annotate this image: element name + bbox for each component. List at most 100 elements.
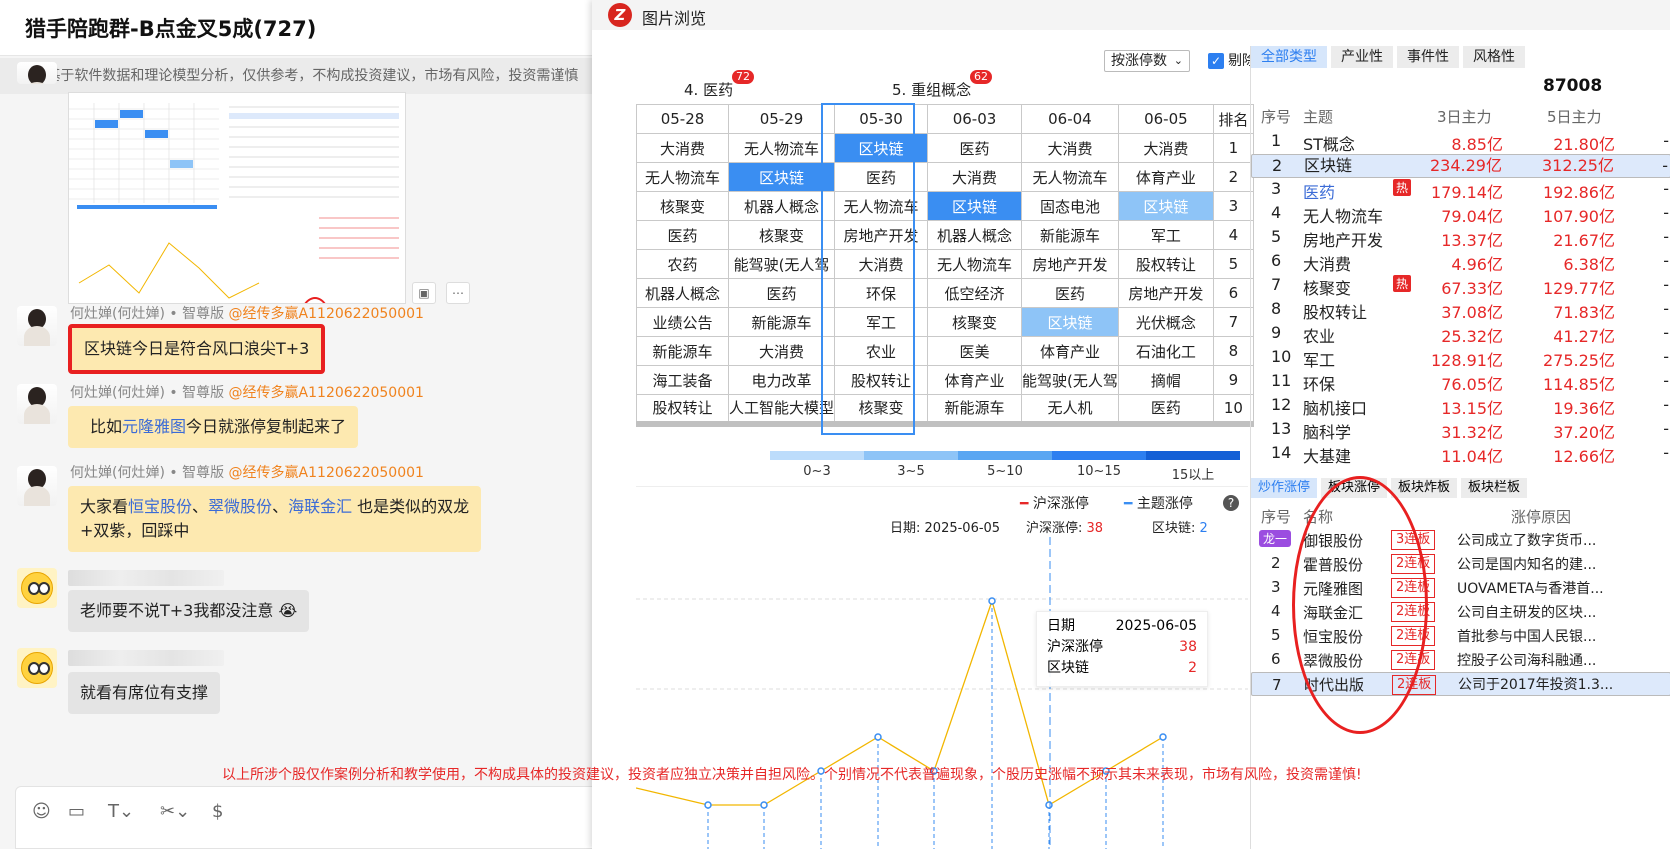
- data-point[interactable]: [704, 801, 712, 809]
- grid-cell[interactable]: 核聚变: [636, 191, 729, 221]
- grid-cell[interactable]: 医药: [727, 278, 836, 308]
- grid-header-cell[interactable]: 06-05: [1117, 104, 1214, 134]
- grid-cell[interactable]: 固态电池: [1021, 191, 1119, 221]
- grid-cell[interactable]: 新能源车: [727, 307, 836, 337]
- data-point[interactable]: [760, 801, 768, 809]
- grid-cell[interactable]: 能驾驶(无人驾: [727, 249, 836, 279]
- theme-row[interactable]: 5 房地产开发 13.37亿 21.67亿 -: [1251, 226, 1670, 250]
- theme-row[interactable]: 1 ST概念 8.85亿 21.80亿 -: [1251, 130, 1670, 154]
- grid-cell[interactable]: 大消费: [636, 133, 729, 163]
- theme-row[interactable]: 4 无人物流车 79.04亿 107.90亿 -: [1251, 202, 1670, 226]
- grid-cell[interactable]: 股权转让: [636, 394, 729, 427]
- lower-tab-0[interactable]: 炒作涨停: [1251, 478, 1318, 498]
- theme-row[interactable]: 11 环保 76.05亿 114.85亿 -: [1251, 370, 1670, 394]
- avatar[interactable]: [17, 466, 57, 506]
- tab-1[interactable]: 产业性: [1331, 46, 1393, 68]
- lower-tab-1[interactable]: 板块涨停: [1321, 478, 1388, 498]
- theme-row[interactable]: 3 医药 热 179.14亿 192.86亿 -: [1251, 178, 1670, 202]
- limit-row[interactable]: 3 元隆雅图 2连板 UOVAMETA与香港首...: [1251, 576, 1670, 600]
- grid-cell[interactable]: 大消费: [834, 249, 929, 279]
- grid-cell[interactable]: 区块链: [1021, 307, 1119, 337]
- avatar[interactable]: [17, 648, 57, 688]
- grid-cell[interactable]: 5: [1212, 249, 1254, 279]
- avatar[interactable]: [17, 568, 57, 608]
- grid-header-cell[interactable]: 排名: [1212, 104, 1254, 134]
- lower-tab-3[interactable]: 板块栏板: [1461, 478, 1528, 498]
- grid-cell[interactable]: 业绩公告: [636, 307, 729, 337]
- grid-cell[interactable]: 农业: [834, 336, 929, 366]
- theme-row[interactable]: 6 大消费 4.96亿 6.38亿 -: [1251, 250, 1670, 274]
- grid-cell[interactable]: 股权转让: [834, 365, 929, 395]
- smile-icon[interactable]: ☺: [32, 801, 51, 822]
- grid-cell[interactable]: 人工智能大模型: [727, 394, 836, 427]
- stock-link[interactable]: 翠微股份: [208, 497, 272, 516]
- message-bubble[interactable]: 就看有席位有支撑: [68, 672, 221, 714]
- grid-cell[interactable]: 大消费: [727, 336, 836, 366]
- grid-cell[interactable]: 核聚变: [927, 307, 1023, 337]
- limit-row[interactable]: 7 时代出版 2连板 公司于2017年投资1.3...: [1251, 672, 1670, 696]
- grid-cell[interactable]: 核聚变: [834, 394, 929, 427]
- grid-cell[interactable]: 能驾驶(无人驾: [1021, 365, 1119, 395]
- grid-cell[interactable]: 军工: [834, 307, 929, 337]
- grid-cell[interactable]: 医药: [636, 220, 729, 250]
- stock-link[interactable]: 恒宝股份: [128, 497, 192, 516]
- tab-0[interactable]: 全部类型: [1251, 46, 1327, 68]
- theme-row[interactable]: 8 股权转让 37.08亿 71.83亿 -: [1251, 298, 1670, 322]
- grid-header-cell[interactable]: 05-30: [834, 104, 929, 134]
- image-thumbnail[interactable]: [68, 92, 406, 304]
- message-bubble[interactable]: 区块链今日是符合风口浪尖T+3: [68, 324, 326, 374]
- grid-cell[interactable]: 新能源车: [1021, 220, 1119, 250]
- grid-cell[interactable]: 区块链: [727, 162, 836, 192]
- grid-cell[interactable]: 7: [1212, 307, 1254, 337]
- limit-row[interactable]: 6 翠微股份 2连板 控股子公司海科融通...: [1251, 648, 1670, 672]
- data-point[interactable]: [1045, 801, 1053, 809]
- grid-header-cell[interactable]: 06-04: [1021, 104, 1119, 134]
- folder-icon[interactable]: ▭: [68, 801, 85, 822]
- grid-cell[interactable]: 大消费: [1117, 133, 1214, 163]
- grid-cell[interactable]: 无人物流车: [636, 162, 729, 192]
- dollar-icon[interactable]: $: [212, 801, 223, 822]
- grid-cell[interactable]: 体育产业: [1021, 336, 1119, 366]
- grid-cell[interactable]: 机器人概念: [636, 278, 729, 308]
- grid-cell[interactable]: 医药: [834, 162, 929, 192]
- comment-icon[interactable]: ▣: [412, 282, 436, 304]
- text-format-icon[interactable]: T⌄: [108, 801, 134, 822]
- message-bubble[interactable]: 老师要不说T+3我都没注意 😭: [68, 590, 310, 632]
- grid-cell[interactable]: 无人机: [1021, 394, 1119, 427]
- grid-cell[interactable]: 房地产开发: [834, 220, 929, 250]
- theme-row[interactable]: 12 脑机接口 13.15亿 19.36亿 -: [1251, 394, 1670, 418]
- grid-header-cell[interactable]: 06-03: [927, 104, 1023, 134]
- grid-cell[interactable]: 体育产业: [927, 365, 1023, 395]
- grid-cell[interactable]: 1: [1212, 133, 1254, 163]
- grid-cell[interactable]: 农药: [636, 249, 729, 279]
- grid-cell[interactable]: 区块链: [927, 191, 1023, 221]
- grid-cell[interactable]: 无人物流车: [927, 249, 1023, 279]
- data-point[interactable]: [988, 597, 996, 605]
- grid-cell[interactable]: 低空经济: [927, 278, 1023, 308]
- theme-row[interactable]: 2 区块链 234.29亿 312.25亿 -: [1251, 154, 1670, 178]
- grid-cell[interactable]: 光伏概念: [1117, 307, 1214, 337]
- grid-cell[interactable]: 军工: [1117, 220, 1214, 250]
- grid-cell[interactable]: 医药: [927, 133, 1023, 163]
- theme-row[interactable]: 10 军工 128.91亿 275.25亿 -: [1251, 346, 1670, 370]
- tab-2[interactable]: 事件性: [1397, 46, 1459, 68]
- grid-cell[interactable]: 10: [1212, 394, 1254, 427]
- grid-cell[interactable]: 新能源车: [636, 336, 729, 366]
- group-notice[interactable]: 🔈基于软件数据和理论模型分析，仅供参考，不构成投资建议，市场有风险，投资需谨慎: [0, 58, 600, 94]
- grid-cell[interactable]: 3: [1212, 191, 1254, 221]
- theme-row[interactable]: 9 农业 25.32亿 41.27亿 -: [1251, 322, 1670, 346]
- grid-cell[interactable]: 区块链: [1117, 191, 1214, 221]
- grid-cell[interactable]: 房地产开发: [1021, 249, 1119, 279]
- tab-3[interactable]: 风格性: [1463, 46, 1525, 68]
- grid-cell[interactable]: 8: [1212, 336, 1254, 366]
- more-icon[interactable]: ⋯: [446, 282, 470, 304]
- limit-row[interactable]: 4 海联金汇 2连板 公司自主研发的区块...: [1251, 600, 1670, 624]
- grid-cell[interactable]: 摘帽: [1117, 365, 1214, 395]
- limit-row[interactable]: 2 霍普股份 2连板 公司是国内知名的建...: [1251, 552, 1670, 576]
- grid-cell[interactable]: 新能源车: [927, 394, 1023, 427]
- grid-cell[interactable]: 环保: [834, 278, 929, 308]
- theme-row[interactable]: 13 脑科学 31.32亿 37.20亿 -: [1251, 418, 1670, 442]
- grid-cell[interactable]: 石油化工: [1117, 336, 1214, 366]
- grid-cell[interactable]: 4: [1212, 220, 1254, 250]
- scissors-icon[interactable]: ✂⌄: [160, 801, 190, 822]
